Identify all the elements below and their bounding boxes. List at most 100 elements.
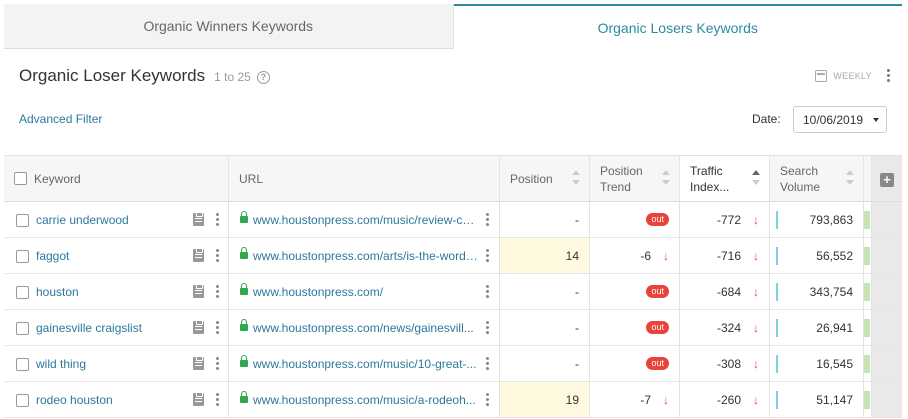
kebab-menu-icon[interactable] xyxy=(216,249,219,264)
url-link[interactable]: www.houstonpress.com/arts/is-the-word-..… xyxy=(253,249,478,263)
volume-bar xyxy=(776,283,778,301)
clipboard-icon[interactable] xyxy=(193,356,204,370)
clipboard-icon[interactable] xyxy=(193,284,204,298)
indicator-strip xyxy=(864,319,870,337)
kebab-menu-icon[interactable] xyxy=(216,393,219,408)
tab-organic-winners[interactable]: Organic Winners Keywords xyxy=(4,4,454,49)
url-link[interactable]: www.houstonpress.com/news/gainesvill... xyxy=(253,321,478,335)
url-cell: www.houstonpress.com/arts/is-the-word-..… xyxy=(229,238,500,273)
search-volume-value: 793,863 xyxy=(809,213,853,227)
add-column-spacer xyxy=(872,346,902,381)
keyword-cell: rodeo houston xyxy=(4,382,229,417)
table-row: wild thing www.houstonpress.com/music/10… xyxy=(4,346,902,382)
clipboard-icon[interactable] xyxy=(193,320,204,334)
indicator-strip xyxy=(864,391,870,409)
row-checkbox[interactable] xyxy=(16,358,29,371)
arrow-down-icon: ↓ xyxy=(753,357,759,371)
keyword-link[interactable]: carrie underwood xyxy=(36,213,129,227)
column-position-trend[interactable]: Position Trend xyxy=(590,156,680,201)
keyword-link[interactable]: rodeo houston xyxy=(36,393,113,407)
column-traffic-index[interactable]: Traffic Index... xyxy=(680,156,770,201)
indicator-strip xyxy=(864,283,870,301)
lock-icon xyxy=(240,211,248,223)
traffic-index-cell: -716 ↓ xyxy=(680,238,770,273)
sort-icon xyxy=(572,170,580,188)
column-position[interactable]: Position xyxy=(500,156,590,201)
clipboard-icon[interactable] xyxy=(193,392,204,406)
kebab-menu-icon[interactable] xyxy=(486,213,489,228)
kebab-menu-icon[interactable] xyxy=(216,213,219,228)
trend-cell: out xyxy=(590,274,680,309)
calendar-icon xyxy=(815,70,828,82)
position-cell: - xyxy=(500,274,590,309)
kebab-menu-icon[interactable] xyxy=(216,285,219,300)
column-keyword-label: Keyword xyxy=(34,171,81,186)
traffic-index-value: -324 xyxy=(716,321,741,335)
kebab-menu-icon[interactable] xyxy=(486,285,489,300)
column-search-volume[interactable]: Search Volume xyxy=(770,156,864,201)
keyword-link[interactable]: faggot xyxy=(36,249,69,263)
column-keyword[interactable]: Keyword xyxy=(4,156,229,201)
kebab-menu-icon[interactable] xyxy=(216,357,219,372)
add-column-spacer xyxy=(872,382,902,417)
search-volume-cell: 793,863 xyxy=(770,202,864,237)
traffic-index-cell: -684 ↓ xyxy=(680,274,770,309)
volume-bar xyxy=(776,391,778,409)
add-column-spacer xyxy=(872,310,902,345)
position-cell: 14 xyxy=(500,238,590,273)
trend-cell: -6 ↓ xyxy=(590,238,680,273)
kebab-menu-icon[interactable] xyxy=(486,321,489,336)
kebab-menu-icon[interactable] xyxy=(486,357,489,372)
kebab-menu-icon[interactable] xyxy=(887,69,890,84)
row-checkbox[interactable] xyxy=(16,394,29,407)
volume-bar xyxy=(776,319,778,337)
keyword-link[interactable]: wild thing xyxy=(36,357,86,371)
volume-bar xyxy=(776,355,778,373)
trend-value: -7 xyxy=(640,393,651,407)
trend-cell: out xyxy=(590,202,680,237)
row-checkbox[interactable] xyxy=(16,250,29,263)
help-icon[interactable]: ? xyxy=(256,70,270,84)
search-volume-value: 26,941 xyxy=(816,321,853,335)
position-value: - xyxy=(575,213,579,227)
select-all-checkbox[interactable] xyxy=(14,172,27,185)
tab-organic-losers[interactable]: Organic Losers Keywords xyxy=(453,4,902,49)
add-column-button[interactable]: + xyxy=(872,156,902,201)
row-checkbox[interactable] xyxy=(16,214,29,227)
kebab-menu-icon[interactable] xyxy=(486,393,489,408)
trend-value: -6 xyxy=(640,249,651,263)
date-dropdown[interactable]: 10/06/2019 xyxy=(793,106,887,133)
sort-icon xyxy=(846,170,854,188)
clipboard-icon[interactable] xyxy=(193,212,204,226)
volume-bar xyxy=(776,247,778,265)
search-volume-value: 343,754 xyxy=(809,285,853,299)
advanced-filter-link[interactable]: Advanced Filter xyxy=(19,112,102,126)
position-value: 19 xyxy=(565,393,579,407)
out-badge: out xyxy=(646,321,669,334)
row-checkbox[interactable] xyxy=(16,286,29,299)
url-link[interactable]: www.houstonpress.com/music/10-great-... xyxy=(253,357,478,371)
url-link[interactable]: www.houstonpress.com/music/a-rodeoh... xyxy=(253,393,478,407)
column-url-label: URL xyxy=(239,171,264,186)
arrow-down-icon: ↓ xyxy=(753,249,759,263)
period-selector[interactable]: WEEKLY xyxy=(815,70,872,82)
kebab-menu-icon[interactable] xyxy=(216,321,219,336)
indicator-strip xyxy=(864,247,870,265)
clipboard-icon[interactable] xyxy=(193,248,204,262)
arrow-down-icon: ↓ xyxy=(663,393,669,407)
position-cell: - xyxy=(500,310,590,345)
position-value: - xyxy=(575,321,579,335)
date-value: 10/06/2019 xyxy=(803,112,864,127)
kebab-menu-icon[interactable] xyxy=(486,249,489,264)
url-link[interactable]: www.houstonpress.com/ xyxy=(253,285,478,299)
keyword-link[interactable]: houston xyxy=(36,285,79,299)
row-checkbox[interactable] xyxy=(16,322,29,335)
arrow-down-icon: ↓ xyxy=(753,393,759,407)
column-url[interactable]: URL xyxy=(229,156,500,201)
traffic-index-value: -260 xyxy=(716,393,741,407)
search-volume-value: 16,545 xyxy=(816,357,853,371)
traffic-index-cell: -772 ↓ xyxy=(680,202,770,237)
title-row: Organic Loser Keywords 1 to 25 ? xyxy=(19,66,270,86)
keyword-link[interactable]: gainesville craigslist xyxy=(36,321,142,335)
url-link[interactable]: www.houstonpress.com/music/review-ca... xyxy=(253,213,478,227)
